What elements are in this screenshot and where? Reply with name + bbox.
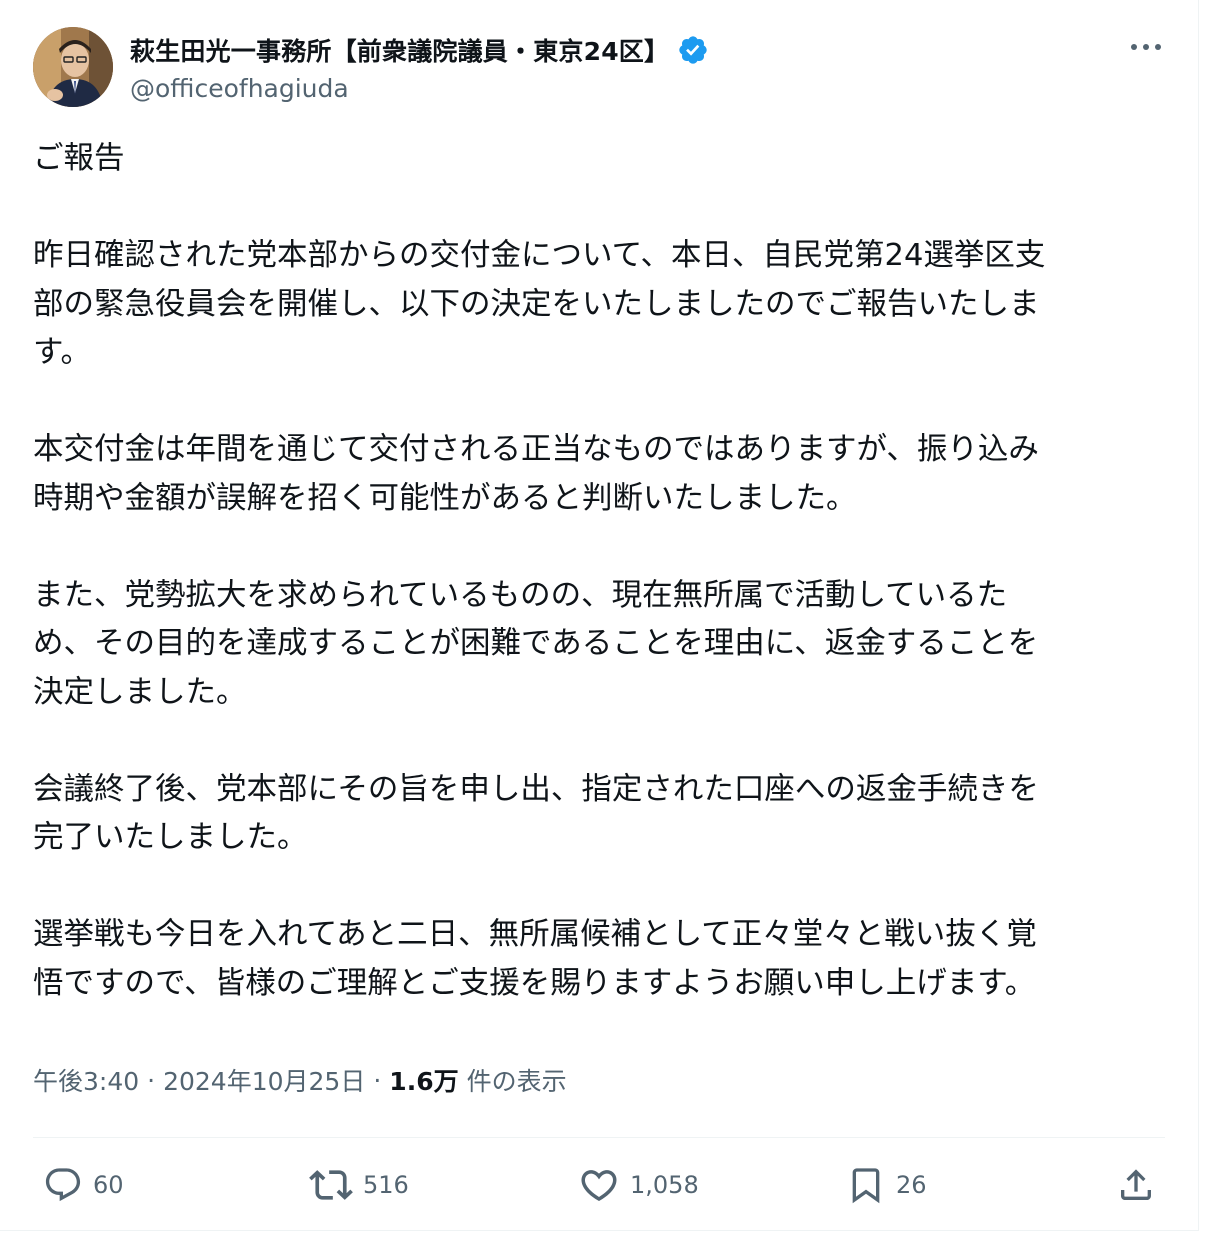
- tweet-paragraph: また、党勢拡大を求められているものの、現在無所属で活動しているた め、その目的を…: [33, 577, 1039, 710]
- share-button[interactable]: [1116, 1160, 1156, 1210]
- reply-button[interactable]: 60: [43, 1160, 124, 1210]
- tweet-text: ご報告 昨日確認された党本部からの交付金について、本日、自民党第24選挙区支 部…: [33, 135, 1173, 1008]
- tweet-paragraph: 本交付金は年間を通じて交付される正当なものではありますが、振り込み 時期や金額が…: [33, 432, 1039, 516]
- bookmark-icon: [852, 1168, 880, 1204]
- heart-icon: [581, 1170, 617, 1202]
- share-icon: [1121, 1169, 1151, 1200]
- tweet-paragraph: ご報告: [33, 141, 125, 176]
- like-count: 1,058: [630, 1171, 699, 1199]
- more-button[interactable]: [1128, 33, 1164, 61]
- handle[interactable]: @officeofhagiuda: [130, 74, 709, 103]
- avatar-photo: [33, 27, 113, 107]
- display-name[interactable]: 萩生田光一事務所【前衆議院議員・東京24区】: [130, 32, 669, 68]
- tweet-paragraph: 昨日確認された党本部からの交付金について、本日、自民党第24選挙区支 部の緊急役…: [33, 238, 1046, 370]
- tweet-card: 萩生田光一事務所【前衆議院議員・東京24区】 @officeofhagiuda …: [0, 0, 1199, 1231]
- bookmark-count: 26: [896, 1171, 927, 1199]
- bookmark-button[interactable]: 26: [846, 1160, 927, 1210]
- meta-separator: ·: [373, 1065, 382, 1095]
- verified-badge-icon[interactable]: [677, 34, 709, 66]
- views-count[interactable]: 1.6万: [389, 1062, 458, 1098]
- timestamp-time[interactable]: 午後3:40: [33, 1062, 139, 1098]
- like-button[interactable]: 1,058: [578, 1160, 699, 1210]
- retweet-icon: [309, 1170, 353, 1200]
- tweet-meta: 午後3:40 · 2024年10月25日 · 1.6万 件の表示: [33, 1062, 567, 1098]
- retweet-button[interactable]: 516: [309, 1160, 409, 1210]
- reply-icon: [45, 1168, 81, 1202]
- divider: [33, 1137, 1165, 1138]
- name-row: 萩生田光一事務所【前衆議院議員・東京24区】: [130, 30, 709, 70]
- retweet-count: 516: [363, 1171, 409, 1199]
- tweet-paragraph: 選挙戦も今日を入れてあと二日、無所属候補として正々堂々と戦い抜く覚 悟ですので、…: [33, 917, 1037, 1001]
- reply-count: 60: [93, 1171, 124, 1199]
- action-bar: 60 516 1,058 26: [0, 1160, 1199, 1210]
- views-label: 件の表示: [466, 1067, 567, 1096]
- tweet-paragraph: 会議終了後、党本部にその旨を申し出、指定された口座への返金手続きを 完了いたしま…: [33, 771, 1039, 856]
- meta-separator: ·: [147, 1065, 156, 1095]
- timestamp-date[interactable]: 2024年10月25日: [163, 1062, 365, 1098]
- more-horizontal-icon: [1131, 44, 1161, 50]
- author-block: 萩生田光一事務所【前衆議院議員・東京24区】 @officeofhagiuda: [130, 30, 709, 103]
- avatar[interactable]: [33, 27, 113, 107]
